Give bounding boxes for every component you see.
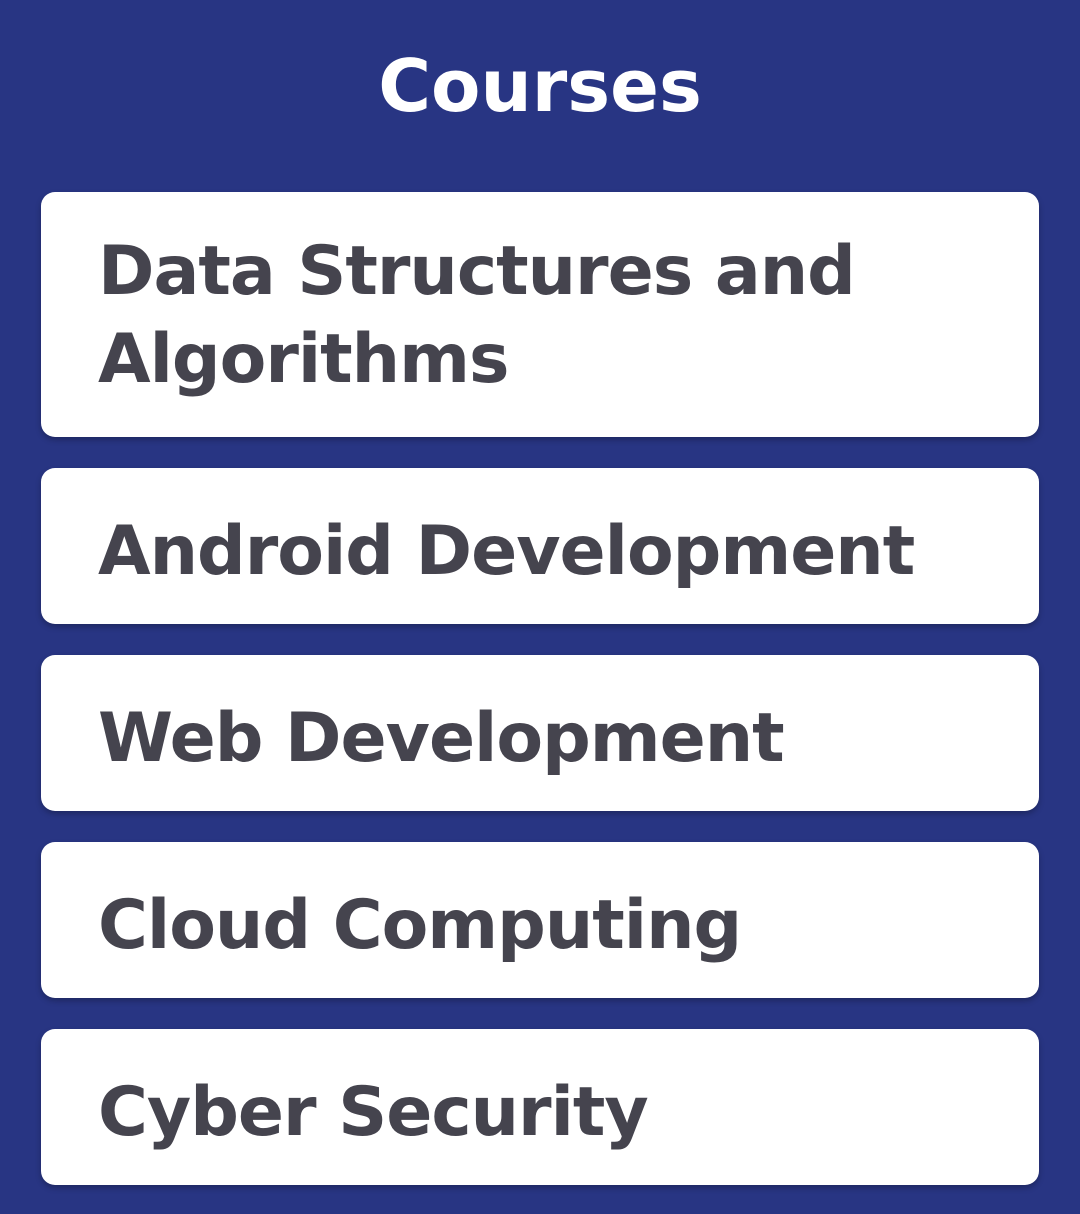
courses-screen: Courses Data Structures and Algorithms A… — [0, 0, 1080, 1214]
course-list: Data Structures and Algorithms Android D… — [41, 192, 1039, 1185]
course-card-android-development[interactable]: Android Development — [41, 468, 1039, 624]
course-card-web-development[interactable]: Web Development — [41, 655, 1039, 811]
course-label: Cloud Computing — [98, 886, 742, 965]
course-label: Web Development — [98, 699, 785, 778]
course-label: Data Structures and Algorithms — [98, 232, 856, 399]
course-label: Cyber Security — [98, 1073, 649, 1152]
page-title: Courses — [378, 44, 702, 128]
course-card-cloud-computing[interactable]: Cloud Computing — [41, 842, 1039, 998]
course-card-cyber-security[interactable]: Cyber Security — [41, 1029, 1039, 1185]
course-card-data-structures-and-algorithms[interactable]: Data Structures and Algorithms — [41, 192, 1039, 437]
course-label: Android Development — [98, 512, 915, 591]
